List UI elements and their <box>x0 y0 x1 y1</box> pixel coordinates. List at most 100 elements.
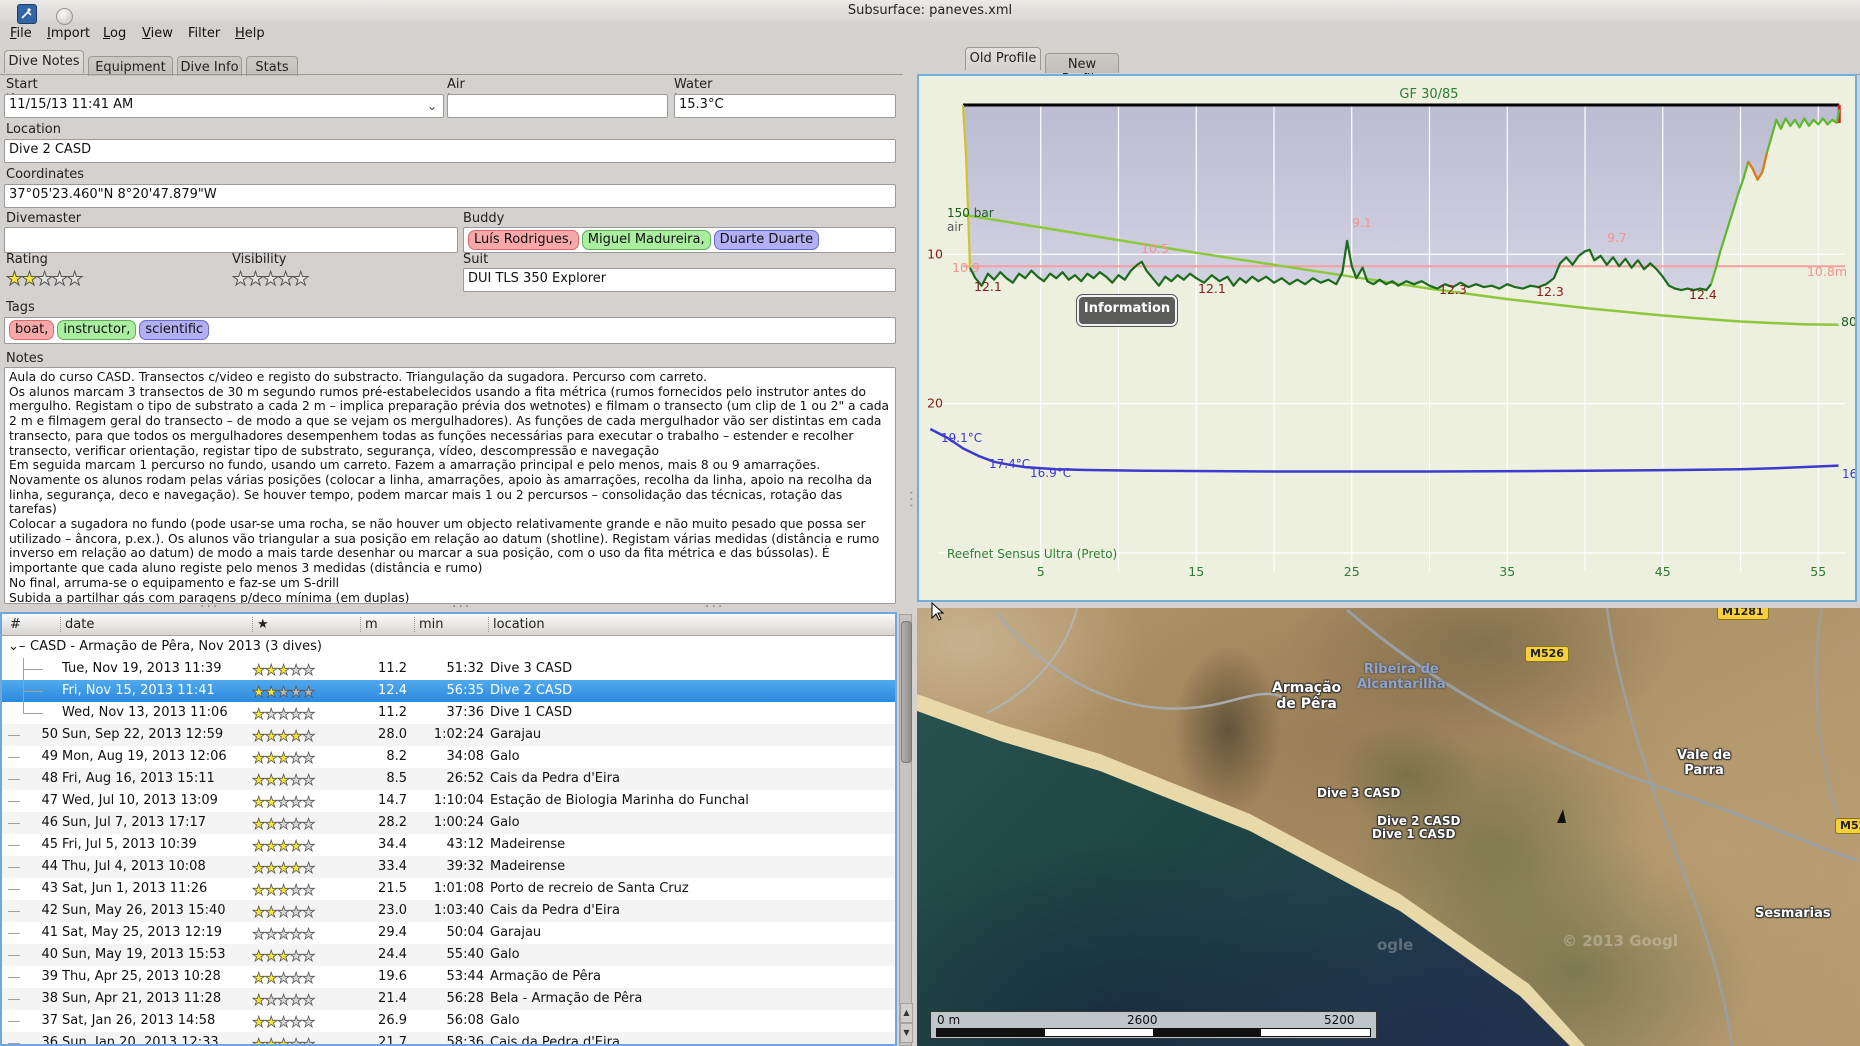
divemaster-input[interactable] <box>4 227 458 253</box>
dive-date: Tue, Nov 19, 2013 11:39 <box>62 661 222 676</box>
water-temp-input[interactable]: 15.3°C <box>674 94 896 118</box>
tab-stats[interactable]: Stats <box>246 56 298 76</box>
depth-axis-tick: 10 <box>927 246 943 261</box>
dive-duration: 55:40 <box>446 947 484 962</box>
dive-row[interactable]: 42 Sun, May 26, 2013 15:40 ★★★★★ 23.0 1:03:4… <box>2 900 895 922</box>
dive-row[interactable]: Wed, Nov 13, 2013 11:06 ★★★★★ 11.2 37:36 Div… <box>2 702 895 724</box>
location-label: Location <box>6 122 61 137</box>
dive-list-scrollbar[interactable]: ▲ ▼ <box>899 614 913 1046</box>
tab-equipment[interactable]: Equipment <box>88 56 173 76</box>
dive-number: 38 <box>41 991 58 1006</box>
menu-filter[interactable]: Filter <box>186 26 222 44</box>
buddy-chip[interactable]: Luís Rodrigues, <box>468 230 579 250</box>
star-icon[interactable]: ★ <box>231 268 249 291</box>
suit-input[interactable]: DUI TLS 350 Explorer <box>463 268 896 292</box>
dive-row[interactable]: 46 Sun, Jul 7, 2013 17:17 ★★★★★ 28.2 1:00:24… <box>2 812 895 834</box>
dive-depth: 33.4 <box>378 859 407 874</box>
air-temp-input[interactable] <box>447 94 668 118</box>
star-icon[interactable]: ★ <box>5 268 23 291</box>
road-badge: M526 <box>1835 818 1860 834</box>
star-icon[interactable]: ★ <box>262 268 280 291</box>
buddy-input[interactable]: Luís Rodrigues, Miguel Madureira, Duarte D… <box>463 227 896 253</box>
dive-duration: 53:44 <box>446 969 484 984</box>
dive-row[interactable]: Fri, Nov 15, 2013 11:41 ★★★★★ 12.4 56:35 Div… <box>2 680 895 702</box>
tab-new-profile[interactable]: New Profile <box>1045 53 1119 87</box>
menu-view[interactable]: View <box>140 26 175 44</box>
dive-location: Estação de Biologia Marinha do Funchal <box>490 793 749 808</box>
location-input[interactable]: Dive 2 CASD <box>4 139 896 163</box>
star-icon[interactable]: ★ <box>36 268 54 291</box>
dive-row[interactable]: Tue, Nov 19, 2013 11:39 ★★★★★ 11.2 51:32 Div… <box>2 658 895 680</box>
column-header-m[interactable]: m <box>360 617 378 632</box>
dive-list[interactable]: # date ★ m min location ⌄– CASD - Armação de Pê… <box>0 612 897 1046</box>
dive-row[interactable]: 38 Sun, Apr 21, 2013 11:28 ★★★★★ 21.4 56:28 B… <box>2 988 895 1010</box>
village-label: Sesmarias <box>1755 906 1831 921</box>
visibility-stars[interactable]: ★★★★★ <box>231 268 310 291</box>
column-header-stars[interactable]: ★ <box>252 617 269 632</box>
start-time-input[interactable]: 11/15/13 11:41 AM ⌄ <box>4 94 444 118</box>
tags-input[interactable]: boat, instructor, scientific <box>4 317 896 344</box>
dive-number: 36 <box>41 1035 58 1046</box>
tab-dive-info[interactable]: Dive Info <box>177 56 242 76</box>
dive-depth: 23.0 <box>378 903 407 918</box>
dive-row[interactable]: 47 Wed, Jul 10, 2013 13:09 ★★★★★ 14.7 1:10:0… <box>2 790 895 812</box>
column-header-location[interactable]: location <box>488 617 545 632</box>
menu-file[interactable]: File <box>8 26 34 44</box>
dive-row[interactable]: 39 Thu, Apr 25, 2013 10:28 ★★★★★ 19.6 53:44 A… <box>2 966 895 988</box>
dive-rating-stars: ★★★★★ <box>252 793 316 812</box>
column-header-min[interactable]: min <box>414 617 444 632</box>
expander-icon[interactable]: ⌄– <box>8 639 25 654</box>
dive-row[interactable]: 36 Sun, Jan 20, 2013 12:33 ★★★★★ 21.7 58:36 C… <box>2 1032 895 1046</box>
dive-number: 41 <box>41 925 58 940</box>
star-icon[interactable]: ★ <box>277 268 295 291</box>
star-icon[interactable]: ★ <box>21 268 39 291</box>
dive-rating-stars: ★★★★★ <box>252 683 316 702</box>
list-header[interactable]: # date ★ m min location <box>2 614 895 636</box>
trip-row[interactable]: ⌄– CASD - Armação de Pêra, Nov 2013 (3 di… <box>2 636 895 658</box>
menu-import[interactable]: Import <box>45 26 92 44</box>
notes-textarea[interactable]: Aula do curso CASD. Transectos c/video e… <box>4 367 896 604</box>
star-icon[interactable]: ★ <box>51 268 69 291</box>
dive-number: 39 <box>41 969 58 984</box>
dive-duration: 1:10:04 <box>433 793 484 808</box>
dive-row[interactable]: 43 Sat, Jun 1, 2013 11:26 ★★★★★ 21.5 1:01:08… <box>2 878 895 900</box>
menu-log[interactable]: Log <box>101 26 128 44</box>
scale-start: 0 m <box>937 1013 961 1027</box>
column-header-num[interactable]: # <box>6 617 21 632</box>
star-icon[interactable]: ★ <box>292 268 310 291</box>
scroll-up-button[interactable]: ▲ <box>900 1003 913 1023</box>
min-depth-label: 9.1 <box>1352 215 1372 230</box>
dive-duration: 37:36 <box>446 705 484 720</box>
window-title: Subsurface: paneves.xml <box>847 3 1013 18</box>
tag-chip[interactable]: boat, <box>9 320 55 340</box>
buddy-chip[interactable]: Miguel Madureira, <box>581 230 711 250</box>
tab-dive-notes[interactable]: Dive Notes <box>4 50 84 73</box>
dive-row[interactable]: 41 Sat, May 25, 2013 12:19 ★★★★★ 29.4 50:04 G… <box>2 922 895 944</box>
tag-chip[interactable]: scientific <box>139 320 210 340</box>
scroll-down-button[interactable]: ▼ <box>900 1023 913 1043</box>
scale-bar <box>936 1028 1371 1037</box>
dive-location-map[interactable]: Armação de Pêra Ribeira de Alcantarilha Vale… <box>917 608 1860 1046</box>
rating-stars[interactable]: ★★★★★ <box>5 268 84 291</box>
star-icon[interactable]: ★ <box>66 268 84 291</box>
dive-location: Bela - Armação de Pêra <box>490 991 643 1006</box>
star-icon[interactable]: ★ <box>247 268 265 291</box>
dive-row[interactable]: 45 Fri, Jul 5, 2013 10:39 ★★★★★ 34.4 43:12 Ma… <box>2 834 895 856</box>
column-header-date[interactable]: date <box>60 617 94 632</box>
dive-row[interactable]: 50 Sun, Sep 22, 2013 12:59 ★★★★★ 28.0 1:02:2… <box>2 724 895 746</box>
dropdown-chevron-icon[interactable]: ⌄ <box>427 99 437 113</box>
dive-row[interactable]: 37 Sat, Jan 26, 2013 14:58 ★★★★★ 26.9 56:08 G… <box>2 1010 895 1032</box>
dive-rating-stars: ★★★★★ <box>252 661 316 680</box>
dive-row[interactable]: 48 Fri, Aug 16, 2013 15:11 ★★★★★ 8.5 26:52 Ca… <box>2 768 895 790</box>
information-tooltip[interactable]: Information <box>1077 295 1177 326</box>
tab-old-profile[interactable]: Old Profile <box>965 47 1041 70</box>
dive-row[interactable]: 49 Mon, Aug 19, 2013 12:06 ★★★★★ 8.2 34:08 Ga… <box>2 746 895 768</box>
buddy-chip[interactable]: Duarte Duarte <box>713 230 820 250</box>
dive-row[interactable]: 44 Thu, Jul 4, 2013 10:08 ★★★★★ 33.4 39:32 Ma… <box>2 856 895 878</box>
dive-row[interactable]: 40 Sun, May 19, 2013 15:53 ★★★★★ 24.4 55:40 G… <box>2 944 895 966</box>
tag-chip[interactable]: instructor, <box>57 320 137 340</box>
coordinates-input[interactable]: 37°05'23.460"N 8°20'47.879"W <box>4 184 896 208</box>
dive-location: Cais da Pedra d'Eira <box>490 1035 620 1046</box>
scrollbar-thumb[interactable] <box>901 621 912 763</box>
menu-help[interactable]: Help <box>233 26 267 44</box>
